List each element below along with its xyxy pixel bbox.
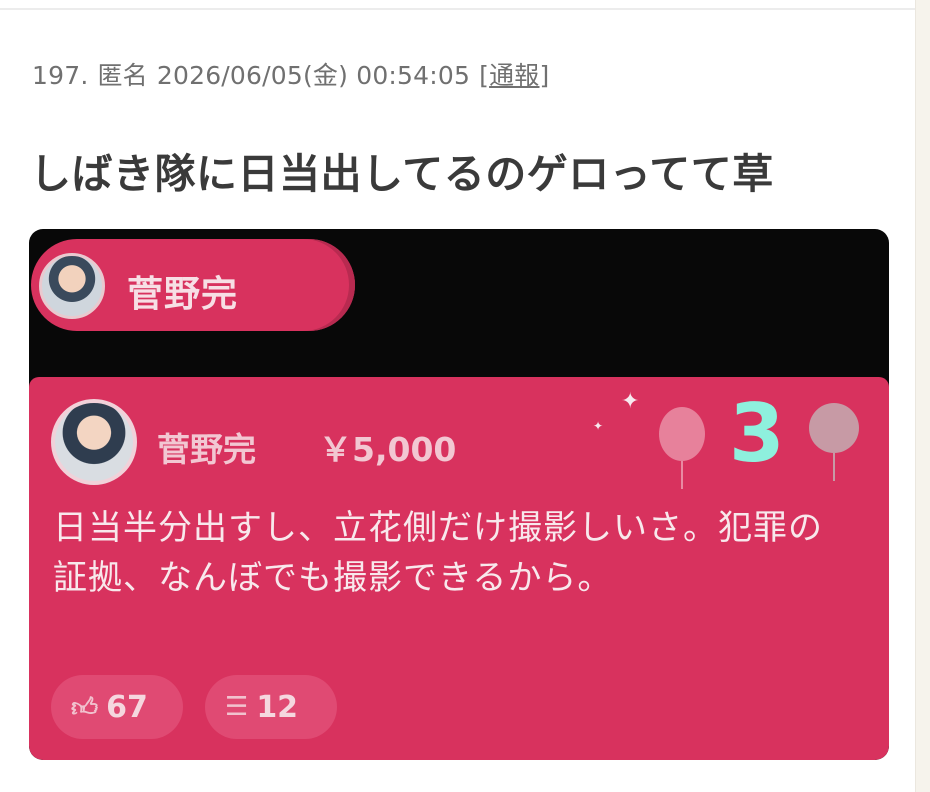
post-author: 匿名: [97, 61, 148, 90]
post-number: 197.: [32, 61, 89, 90]
card-name: 菅野完: [157, 430, 256, 469]
page: 197. 匿名 2026/06/05(金) 00:54:05 [通報] しばき隊に日当…: [0, 0, 930, 792]
reply-icon: ☰: [225, 692, 249, 722]
post-datetime: 2026/06/05(金) 00:54:05: [156, 61, 471, 90]
balloon-icon: [659, 407, 705, 461]
balloon-string: [833, 453, 835, 481]
reply-count: 12: [256, 689, 299, 725]
post-title: しばき隊に日当出してるのゲロってて草: [30, 150, 774, 198]
reply-button[interactable]: ☰ 12: [205, 675, 337, 739]
balloon-icon: [809, 403, 859, 453]
top-divider: [0, 8, 915, 10]
post-meta: 197. 匿名 2026/06/05(金) 00:54:05 [通報]: [32, 56, 549, 92]
pill-name: 菅野完: [127, 274, 239, 315]
card-message: 日当半分出すし、立花側だけ撮影しいさ。犯罪の証拠、なんぼでも撮影できるから。: [53, 508, 823, 598]
like-button[interactable]: 👍︎ 67: [51, 675, 183, 739]
card-amount: ￥5,000: [319, 430, 457, 469]
card-avatar: [51, 399, 137, 485]
sparkle-icon: ✦: [621, 389, 640, 414]
avatar: [39, 253, 105, 319]
balloon-string: [681, 461, 683, 489]
name-pill: 菅野完: [31, 239, 355, 331]
embedded-screenshot: 菅野完 菅野完 ￥5,000 ✦ ✦ 3 日当半分出すし、立花側だけ撮影しいさ。…: [29, 229, 889, 760]
badge-number: 3: [729, 387, 785, 480]
thumbs-up-icon: 👍︎: [71, 692, 99, 723]
like-count: 67: [106, 689, 148, 725]
sparkle-icon: ✦: [593, 419, 604, 433]
report-bracket-close: ]: [539, 61, 550, 90]
report-bracket-open: [: [479, 61, 490, 90]
superchat-card: 菅野完 ￥5,000 ✦ ✦ 3 日当半分出すし、立花側だけ撮影しいさ。犯罪の証…: [29, 377, 889, 760]
report-link[interactable]: 通報: [489, 61, 539, 90]
side-strip: [915, 0, 930, 792]
